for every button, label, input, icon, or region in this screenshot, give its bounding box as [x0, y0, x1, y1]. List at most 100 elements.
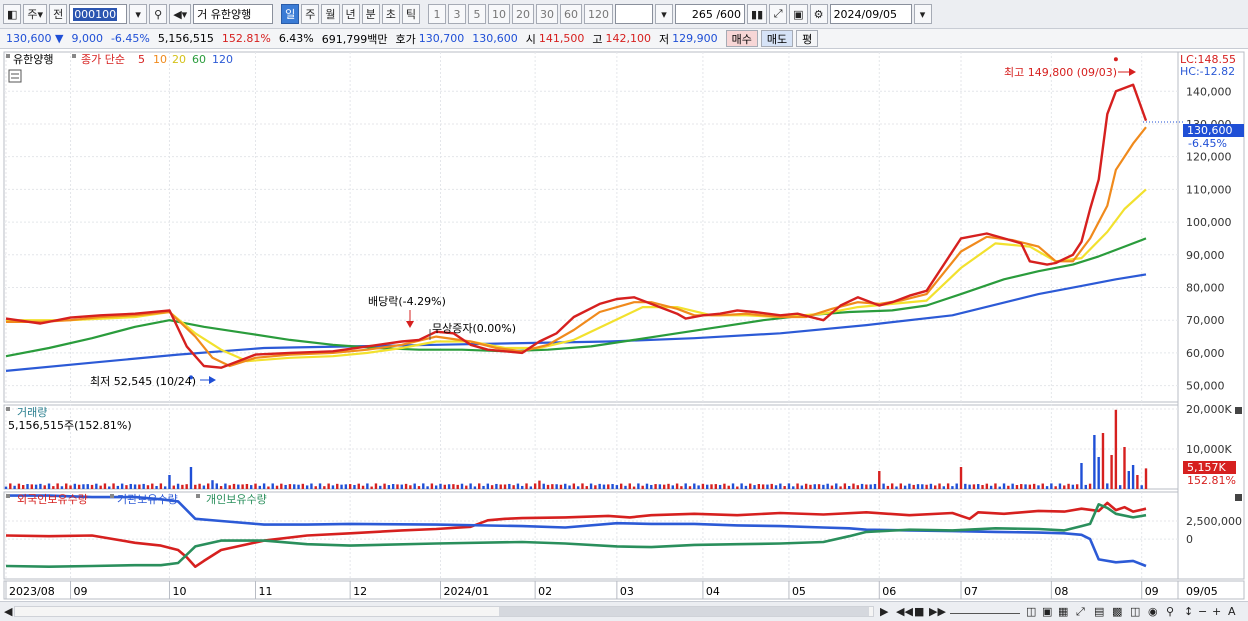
prev-button[interactable]: 전	[49, 4, 68, 24]
stock-name-field[interactable]: 거 유한양행	[193, 4, 274, 24]
volume-bar	[650, 484, 653, 489]
volume-bar	[146, 485, 150, 489]
panel-layout-icon[interactable]: ◫	[1026, 605, 1036, 618]
interval-week[interactable]: 주	[301, 4, 320, 24]
search-icon[interactable]: ⚲	[149, 4, 168, 24]
volume-bar	[985, 483, 989, 489]
link-icon[interactable]: ◉	[1148, 605, 1158, 618]
data-count-input[interactable]: 265 /600	[675, 4, 746, 24]
stop-icon[interactable]: ■	[914, 605, 924, 618]
grid-icon[interactable]: ▦	[1058, 605, 1068, 618]
minute-step-20[interactable]: 20	[512, 4, 535, 24]
volume-bar	[959, 467, 963, 489]
horizontal-scrollbar[interactable]	[14, 606, 874, 617]
indicator-icon[interactable]: ▤	[1094, 605, 1104, 618]
interval-second[interactable]: 초	[381, 4, 400, 24]
text-tool-icon[interactable]: A	[1228, 605, 1236, 618]
compare-icon[interactable]: ◫	[1130, 605, 1140, 618]
volume-bar	[710, 484, 713, 489]
save-icon[interactable]: ▣	[789, 4, 808, 24]
scroll-right-icon[interactable]: ▶	[880, 605, 888, 618]
stock-tab-label[interactable]: 유한양행	[13, 53, 53, 66]
scroll-left-icon[interactable]: ◀	[4, 605, 12, 618]
chart-svg[interactable]: 140,000130,000120,000110,000100,00090,00…	[0, 50, 1248, 601]
interval-day[interactable]: 일	[281, 4, 300, 24]
volume-bar	[830, 485, 834, 489]
ma5-label: 5	[138, 53, 145, 66]
eval-button[interactable]: 평	[796, 30, 819, 47]
zoom-out-icon[interactable]: −	[1198, 605, 1207, 618]
zoom-in-icon[interactable]: +	[1212, 605, 1221, 618]
zoom-slider[interactable]	[950, 605, 1020, 614]
volume-bar	[400, 484, 403, 489]
buy-button[interactable]: 매수	[725, 30, 758, 47]
volume-bar	[977, 484, 980, 489]
interval-year[interactable]: 년	[341, 4, 360, 24]
speaker-icon[interactable]: ◀▾	[169, 4, 192, 24]
overlay-icon[interactable]: ▩	[1112, 605, 1122, 618]
fast-forward-icon[interactable]: ▶▶	[929, 605, 946, 618]
interval-tick[interactable]: 틱	[401, 4, 421, 24]
high-price: 142,100	[605, 32, 652, 45]
volume-bar	[998, 486, 1001, 489]
minute-step-120[interactable]: 120	[584, 4, 614, 24]
open-price: 141,500	[538, 32, 585, 45]
volume-bar	[172, 485, 175, 489]
volume-value-label: 5,156,515주(152.81%)	[8, 419, 132, 432]
minute-step-10[interactable]: 10	[488, 4, 511, 24]
minute-step-5[interactable]: 5	[468, 4, 487, 24]
calculator-icon[interactable]	[8, 69, 22, 83]
scrollbar-thumb[interactable]	[499, 607, 869, 616]
stock-code-input[interactable]: 000100	[69, 4, 128, 24]
volume-bar	[964, 483, 967, 489]
trade-value: 691,799백만	[321, 32, 388, 46]
volume-bar	[284, 484, 287, 489]
minute-step-1[interactable]: 1	[428, 4, 447, 24]
volume-bar	[1002, 483, 1006, 489]
volume-bar	[585, 486, 588, 489]
date-input[interactable]: 2024/09/05	[829, 4, 912, 24]
minute-step-30[interactable]: 30	[536, 4, 559, 24]
minute-step-3[interactable]: 3	[448, 4, 467, 24]
volume-panel-close-icon[interactable]	[1235, 407, 1242, 414]
volume-bar	[878, 471, 881, 489]
sell-button[interactable]: 매도	[760, 30, 794, 47]
crosshair-icon[interactable]: ⤢	[769, 4, 788, 24]
candle-type-icon[interactable]: ▮▮	[747, 4, 768, 24]
period-type-select[interactable]: 주 ▾	[23, 4, 48, 24]
volume-bar	[736, 486, 739, 489]
interval-minute[interactable]: 분	[361, 4, 380, 24]
volume-bar	[688, 486, 692, 489]
volume-bar	[138, 484, 141, 489]
volume-bar	[90, 484, 94, 489]
rewind-icon[interactable]: ◀◀	[896, 605, 913, 618]
custom-step-input[interactable]	[615, 4, 654, 24]
bottom-control-bar: ◀ ▶ ◀◀ ■ ▶▶ ◫ ▣ ▦ ⤢ ▤ ▩ ◫ ◉ ⚲ ↕ − + A	[0, 601, 1248, 621]
quote-label: 호가	[395, 32, 416, 46]
calendar-dropdown-icon[interactable]: ▾	[913, 4, 932, 24]
interval-month[interactable]: 월	[321, 4, 340, 24]
volume-bar	[336, 483, 339, 489]
volume-bar	[473, 486, 477, 489]
volume-bar	[645, 483, 649, 489]
volume-bar	[912, 484, 915, 489]
gear-icon[interactable]: ⚙	[809, 4, 828, 24]
dividend-annotation: 배당락(-4.29%)	[368, 295, 446, 308]
volume-bar	[86, 484, 89, 489]
step-dropdown-icon[interactable]: ▾	[655, 4, 674, 24]
volume-bar	[39, 483, 42, 489]
zoom-range-icon[interactable]: ↕	[1184, 605, 1193, 618]
volume-bar	[142, 483, 145, 489]
holdings-panel-close-icon[interactable]	[1235, 494, 1242, 501]
resize-icon[interactable]: ⤢	[1076, 605, 1085, 619]
high-annotation: 최고 149,800 (09/03)	[1004, 66, 1117, 79]
minute-step-60[interactable]: 60	[560, 4, 583, 24]
chart-area[interactable]: 140,000130,000120,000110,000100,00090,00…	[0, 50, 1248, 601]
volume-bar	[632, 486, 636, 489]
volume-bar	[267, 486, 270, 489]
magnifier-icon[interactable]: ⚲	[1166, 605, 1174, 618]
volume-bar	[1088, 483, 1092, 489]
window-icon[interactable]: ▣	[1042, 605, 1052, 618]
code-dropdown-icon[interactable]: ▾	[129, 4, 148, 24]
layout-icon[interactable]: ◧	[3, 4, 22, 24]
